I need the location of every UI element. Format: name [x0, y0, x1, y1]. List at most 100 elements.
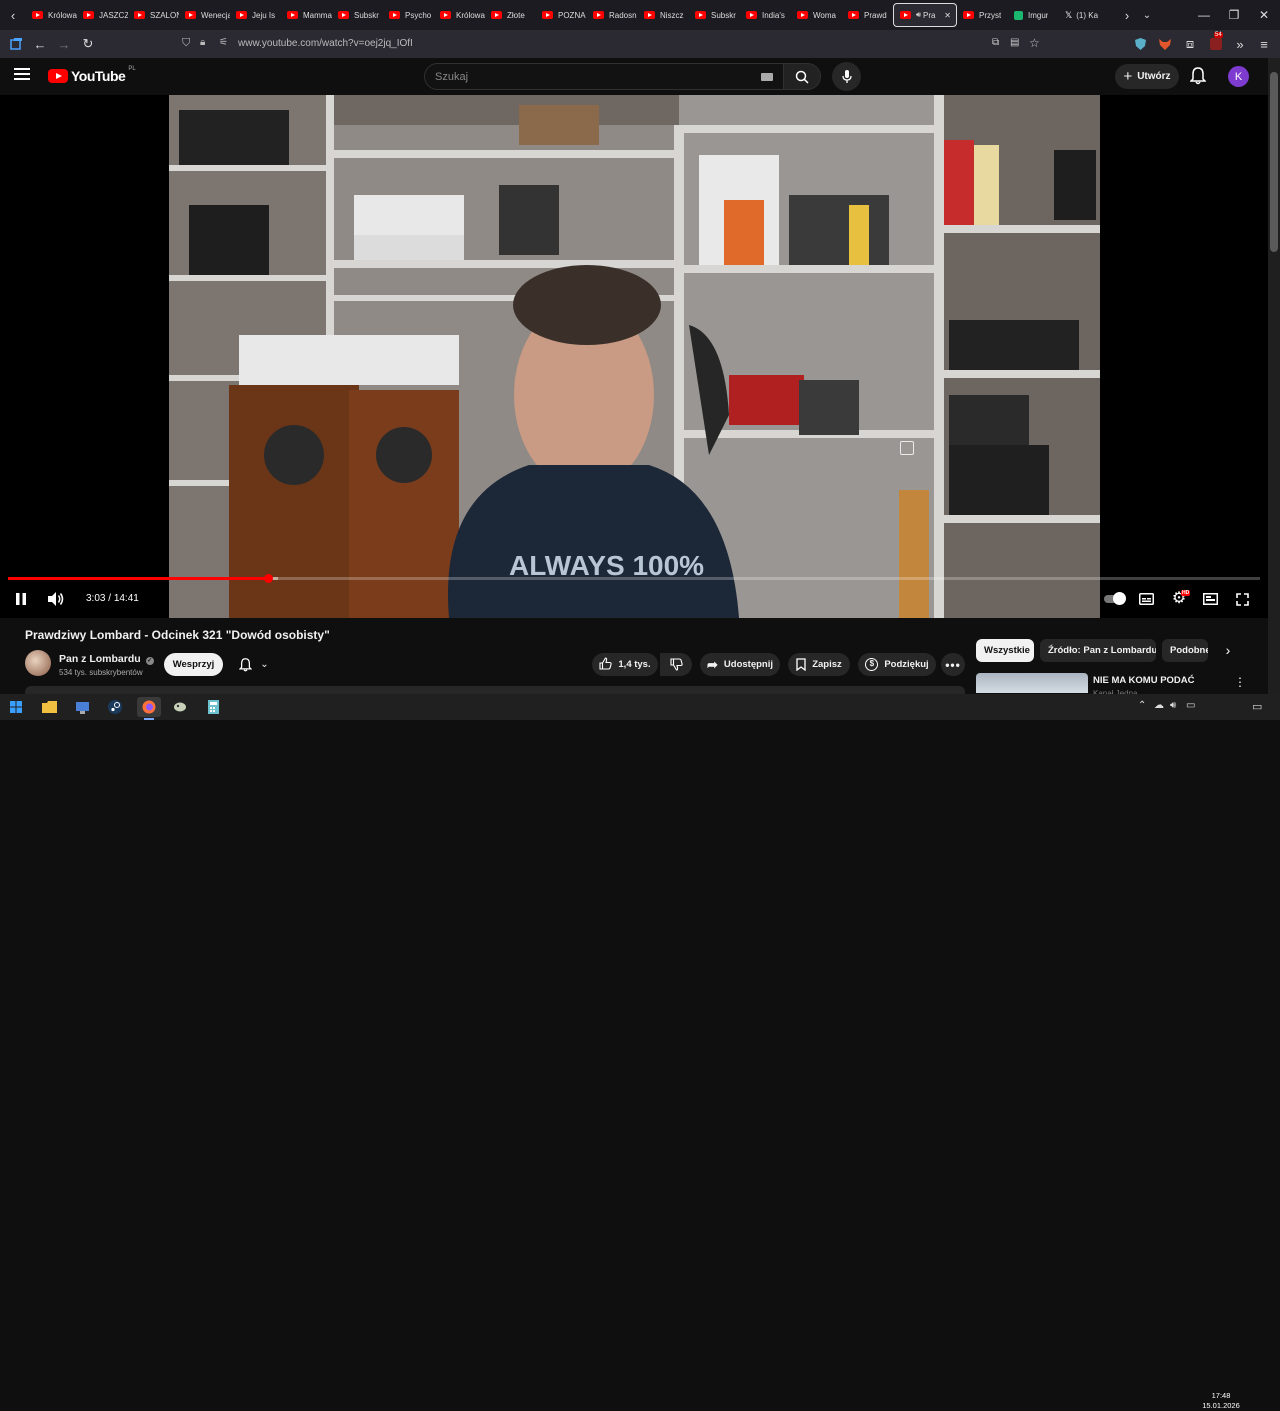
page-scrollbar[interactable]: [1268, 58, 1280, 694]
browser-tab[interactable]: JASZCZ: [77, 3, 128, 27]
address-bar[interactable]: ⛉ 🔒︎ ⚟ www.youtube.com/watch?v=oej2jq_IO…: [174, 33, 1050, 55]
tray-overflow-chevron-icon[interactable]: ⌃: [1138, 700, 1146, 711]
reload-icon[interactable]: ↻: [78, 34, 98, 54]
subtitles-button[interactable]: [1137, 589, 1155, 609]
browser-tab[interactable]: 𝕏 (1) Ka: [1059, 3, 1110, 27]
tab-overview-icon[interactable]: [6, 34, 26, 54]
chip-related[interactable]: Podobne: [1162, 639, 1208, 662]
browser-tab[interactable]: Subskr: [689, 3, 740, 27]
browser-tab[interactable]: Jeju Is: [230, 3, 281, 27]
network-tray-icon[interactable]: ▭: [1186, 700, 1195, 711]
settings-button[interactable]: ⚙ HD: [1168, 589, 1191, 609]
chip-from-channel[interactable]: Źródło: Pan z Lombardu: [1040, 639, 1156, 662]
chips-next-chevron-icon[interactable]: ›: [1220, 642, 1236, 658]
guide-menu-icon[interactable]: [14, 67, 34, 85]
game-app-icon[interactable]: [170, 697, 190, 717]
onedrive-cloud-icon[interactable]: ☁: [1154, 700, 1164, 711]
browser-tab[interactable]: Królowa: [434, 3, 485, 27]
exit-pip-icon[interactable]: [900, 441, 914, 455]
search-button[interactable]: [783, 63, 821, 90]
recommendation-title[interactable]: NIE MA KOMU PODAĆ: [1093, 675, 1195, 686]
tracking-shield-icon[interactable]: ⛉: [182, 37, 190, 50]
lock-icon[interactable]: 🔒︎: [200, 37, 205, 48]
system-clock[interactable]: 17:48 15.01.2026: [1197, 1391, 1245, 1411]
volume-button[interactable]: [46, 589, 66, 609]
tab-close-icon[interactable]: ✕: [944, 11, 951, 20]
reader-view-icon[interactable]: ▤: [1010, 37, 1019, 48]
control-panel-icon[interactable]: [72, 697, 92, 717]
minimize-icon[interactable]: —: [1188, 0, 1220, 30]
overflow-chevrons-icon[interactable]: »: [1230, 34, 1250, 54]
browser-tab[interactable]: India's: [740, 3, 791, 27]
volume-tray-icon[interactable]: 🔊︎: [1170, 700, 1176, 711]
video-frame[interactable]: ALWAYS 100%: [169, 95, 1100, 618]
calculator-icon[interactable]: [203, 697, 223, 717]
browser-tab[interactable]: Niszcz: [638, 3, 689, 27]
browser-tab[interactable]: Prawd: [842, 3, 893, 27]
browser-tab[interactable]: Imgur: [1008, 3, 1059, 27]
like-button[interactable]: 1,4 tys.: [592, 653, 658, 676]
back-icon[interactable]: ←: [30, 34, 50, 54]
file-explorer-icon[interactable]: [39, 697, 59, 717]
browser-tab[interactable]: Mamma: [281, 3, 332, 27]
extensions-puzzle-icon[interactable]: ⧈: [1180, 34, 1200, 54]
create-button[interactable]: + Utwórz: [1115, 64, 1179, 89]
browser-tab[interactable]: Woma: [791, 3, 842, 27]
description-box[interactable]: [25, 686, 965, 694]
tab-list-chevron-down-icon[interactable]: ⌄: [1134, 0, 1160, 30]
pause-button[interactable]: [12, 589, 30, 609]
browser-tab[interactable]: Subskr: [332, 3, 383, 27]
search-input[interactable]: Szukaj: [424, 63, 784, 90]
scrollbar-thumb[interactable]: [1270, 72, 1278, 252]
save-button[interactable]: Zapisz: [788, 653, 850, 676]
recommendation-menu-icon[interactable]: ⋮: [1234, 675, 1246, 689]
firefox-taskbar-icon[interactable]: [137, 697, 161, 717]
dollar-heart-icon: $: [865, 658, 879, 671]
thanks-button[interactable]: $ Podziękuj: [858, 653, 936, 676]
miniplayer-button[interactable]: [1200, 589, 1220, 609]
account-avatar[interactable]: K: [1228, 66, 1249, 87]
extension-shield-icon[interactable]: [1130, 34, 1150, 54]
subscription-notifications-button[interactable]: ⌄: [231, 653, 277, 676]
browser-tab[interactable]: Wenecja: [179, 3, 230, 27]
browser-tab[interactable]: POZNA: [536, 3, 587, 27]
progress-bar[interactable]: [8, 574, 1260, 583]
channel-avatar[interactable]: [25, 650, 51, 676]
extension-fox-icon[interactable]: [1155, 34, 1175, 54]
speaker-playing-icon[interactable]: 🔊︎: [916, 10, 921, 20]
forward-icon[interactable]: →: [54, 34, 74, 54]
browser-tab[interactable]: Przyst: [957, 3, 1008, 27]
browser-tab-active[interactable]: 🔊︎ Pra ✕: [893, 3, 957, 27]
extension-badge-icon[interactable]: 54: [1206, 32, 1226, 54]
picture-in-picture-icon[interactable]: ⧉: [992, 37, 999, 48]
url-text[interactable]: www.youtube.com/watch?v=oej2jq_IOfI: [238, 38, 413, 49]
browser-tab[interactable]: Złote: [485, 3, 536, 27]
voice-search-button[interactable]: [832, 62, 861, 91]
browser-tab[interactable]: Królowa: [26, 3, 77, 27]
steam-icon[interactable]: [105, 697, 125, 717]
browser-tab[interactable]: SZALOŃ: [128, 3, 179, 27]
chip-all[interactable]: Wszystkie: [976, 639, 1034, 662]
permissions-icon[interactable]: ⚟: [219, 37, 228, 48]
youtube-logo[interactable]: YouTube PL: [48, 66, 136, 84]
fullscreen-button[interactable]: [1233, 589, 1251, 609]
recommendation-thumbnail[interactable]: [976, 673, 1088, 693]
join-button[interactable]: Wesprzyj: [164, 653, 223, 676]
browser-tab[interactable]: Radosn: [587, 3, 638, 27]
close-window-icon[interactable]: ✕: [1248, 0, 1280, 30]
more-actions-button[interactable]: •••: [941, 653, 965, 676]
keyboard-icon[interactable]: [761, 73, 773, 81]
tab-scroll-left-icon[interactable]: ‹: [0, 0, 26, 30]
share-button[interactable]: ➦ Udostępnij: [700, 653, 780, 676]
browser-menu-icon[interactable]: ≡: [1254, 34, 1274, 54]
autoplay-toggle[interactable]: [1103, 589, 1126, 609]
video-player[interactable]: ALWAYS 100% 3:03 / 14:41 ⚙ HD: [0, 95, 1268, 618]
browser-tab[interactable]: Psycho: [383, 3, 434, 27]
restore-icon[interactable]: ❐: [1218, 0, 1250, 30]
dislike-button[interactable]: [660, 653, 692, 676]
channel-name[interactable]: Pan z Lombardu ✓: [59, 653, 154, 665]
bookmark-star-icon[interactable]: ☆: [1029, 36, 1040, 50]
notifications-bell-icon[interactable]: [1189, 67, 1207, 90]
notifications-center-icon[interactable]: ▭: [1252, 700, 1262, 713]
windows-start-icon[interactable]: [6, 697, 26, 717]
